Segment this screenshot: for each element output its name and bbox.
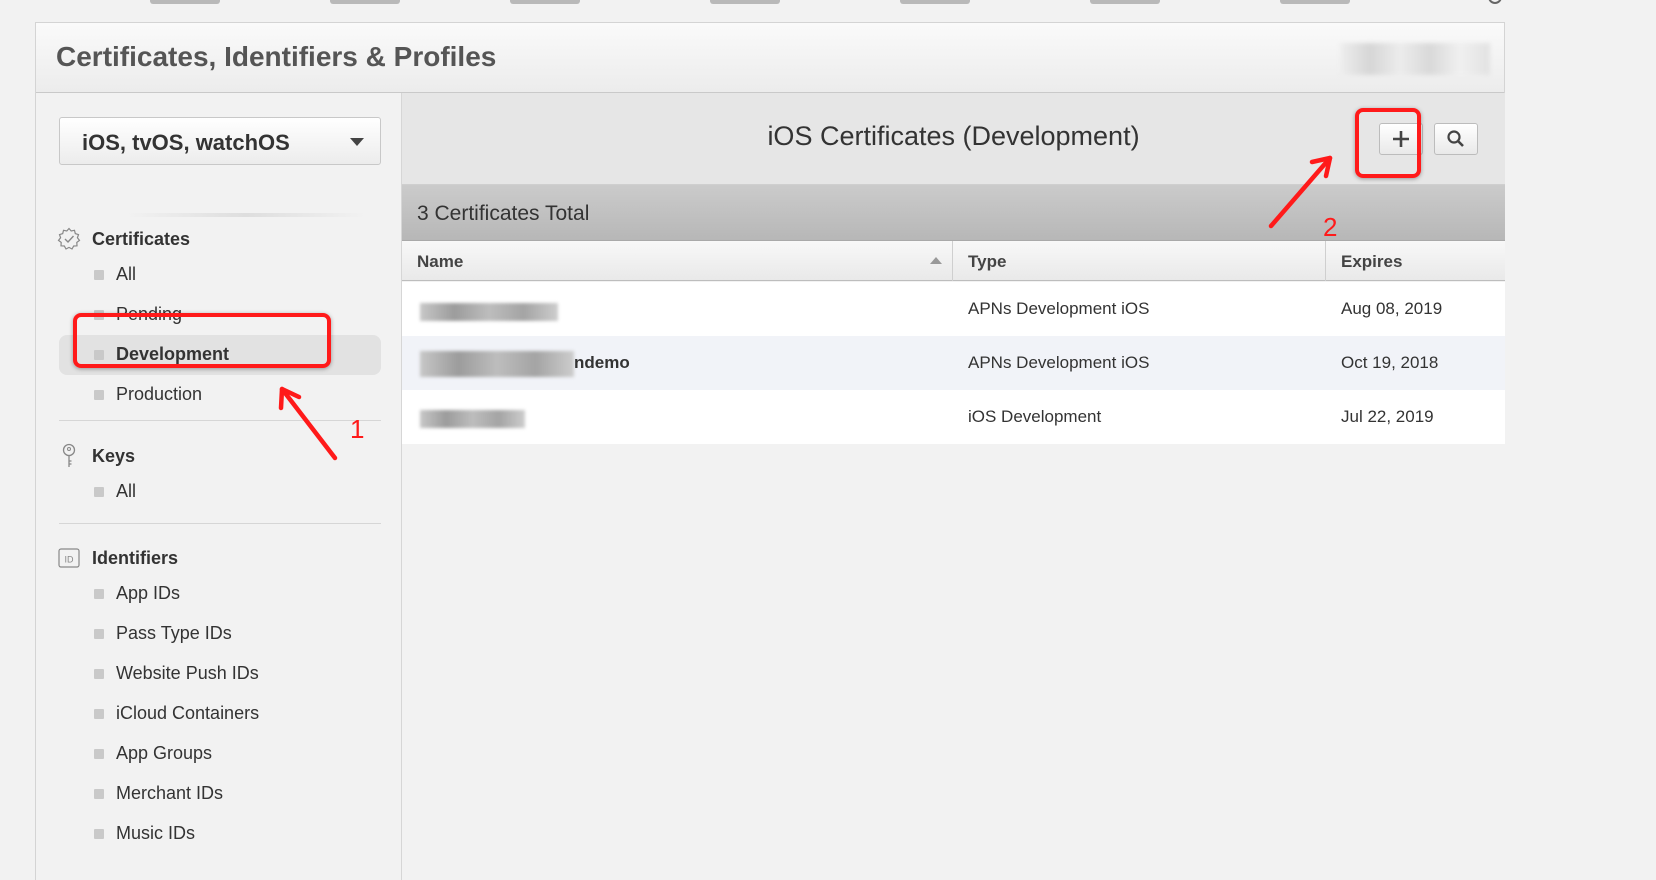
table-row[interactable]: ndemo APNs Development iOS Oct 19, 2018 xyxy=(402,336,1505,390)
certificate-name-redacted xyxy=(420,351,574,377)
sidebar-item-label: Merchant IDs xyxy=(116,783,224,803)
certificate-expires: Jul 22, 2019 xyxy=(1341,407,1434,426)
column-header-expires[interactable]: Expires xyxy=(1326,241,1505,281)
table-row[interactable]: APNs Development iOS Aug 08, 2019 xyxy=(402,282,1505,336)
certificate-expires: Oct 19, 2018 xyxy=(1341,353,1439,372)
bullet-icon xyxy=(94,629,104,639)
certificates-panel: Certificates, Identifiers & Profiles iOS… xyxy=(35,22,1505,880)
table-row[interactable]: iOS Development Jul 22, 2019 xyxy=(402,390,1505,444)
section-title: Identifiers xyxy=(92,547,179,568)
bullet-icon xyxy=(94,589,104,599)
nav-link[interactable] xyxy=(900,0,970,4)
key-icon xyxy=(56,443,82,469)
sidebar-item-website-push-ids[interactable]: Website Push IDs xyxy=(59,654,381,694)
annotation-step-2: 2 xyxy=(1323,212,1338,242)
sidebar-item-label: Production xyxy=(116,384,203,404)
table-header: Name Type Expires xyxy=(402,241,1505,281)
annotation-highlight-add-button xyxy=(1355,108,1421,178)
sidebar-item-music-ids[interactable]: Music IDs xyxy=(59,814,381,854)
sidebar-item-label: Website Push IDs xyxy=(116,663,259,683)
nav-link[interactable] xyxy=(1090,0,1160,4)
bullet-icon xyxy=(94,390,104,400)
divider xyxy=(59,523,381,524)
nav-link[interactable] xyxy=(330,0,400,4)
search-button[interactable] xyxy=(1434,123,1478,155)
sidebar-item-app-groups[interactable]: App Groups xyxy=(59,734,381,774)
sidebar-item-label: App IDs xyxy=(116,583,181,603)
nav-link[interactable] xyxy=(150,0,220,4)
sidebar-item-label: Pass Type IDs xyxy=(116,623,232,643)
bullet-icon xyxy=(94,709,104,719)
sidebar-item-label: App Groups xyxy=(116,743,213,763)
total-bar: 3 Certificates Total xyxy=(402,185,1505,241)
column-header-label: Type xyxy=(968,252,1007,271)
sidebar-item-label: iCloud Containers xyxy=(116,703,260,723)
sidebar-item-label: All xyxy=(116,264,137,284)
section-certificates: Certificates xyxy=(56,226,190,252)
sidebar-item-production[interactable]: Production xyxy=(59,375,381,415)
certificate-type: APNs Development iOS xyxy=(968,299,1150,318)
annotation-step-1: 1 xyxy=(350,414,365,444)
certificate-name-redacted xyxy=(420,303,558,321)
id-card-icon: ID xyxy=(56,545,82,571)
section-title: Certificates xyxy=(92,228,191,249)
section-title: iOS Certificates (Development) xyxy=(767,121,1140,151)
top-navigation xyxy=(0,0,1656,22)
bullet-icon xyxy=(94,487,104,497)
chevron-down-icon xyxy=(350,138,364,146)
certificate-name-redacted xyxy=(420,410,525,428)
panel-header: Certificates, Identifiers & Profiles xyxy=(36,23,1504,93)
nav-link[interactable] xyxy=(1280,0,1350,4)
sort-ascending-icon xyxy=(930,257,942,264)
column-header-type[interactable]: Type xyxy=(953,241,1326,281)
main-content: iOS Certificates (Development) 3 Certifi… xyxy=(402,93,1505,880)
certificate-badge-icon xyxy=(56,226,82,252)
page-title: Certificates, Identifiers & Profiles xyxy=(56,41,497,72)
certificate-name-suffix: ndemo xyxy=(574,353,630,372)
section-identifiers: ID Identifiers xyxy=(56,545,178,571)
select-shadow xyxy=(126,213,366,217)
sidebar-item-merchant-ids[interactable]: Merchant IDs xyxy=(59,774,381,814)
sidebar-item-app-ids[interactable]: App IDs xyxy=(59,574,381,614)
sidebar-item-certificates-all[interactable]: All xyxy=(59,255,381,295)
nav-link[interactable] xyxy=(510,0,580,4)
section-keys: Keys xyxy=(56,443,135,469)
sidebar: iOS, tvOS, watchOS Certificates All Pend… xyxy=(36,93,402,880)
search-icon xyxy=(1447,130,1464,147)
sidebar-item-label: Music IDs xyxy=(116,823,196,843)
certificate-type: APNs Development iOS xyxy=(968,353,1150,372)
bullet-icon xyxy=(94,270,104,280)
bullet-icon xyxy=(94,829,104,839)
main-header: iOS Certificates (Development) xyxy=(402,93,1505,185)
bullet-icon xyxy=(94,669,104,679)
column-header-label: Name xyxy=(417,252,464,271)
column-header-label: Expires xyxy=(1341,252,1403,271)
bullet-icon xyxy=(94,749,104,759)
platform-select[interactable]: iOS, tvOS, watchOS xyxy=(59,117,381,165)
sidebar-item-pass-type-ids[interactable]: Pass Type IDs xyxy=(59,614,381,654)
certificate-type: iOS Development xyxy=(968,407,1102,426)
divider xyxy=(59,420,381,421)
account-name-redacted[interactable] xyxy=(1340,43,1490,75)
sidebar-item-keys-all[interactable]: All xyxy=(59,472,381,512)
nav-link[interactable] xyxy=(710,0,780,4)
column-header-name[interactable]: Name xyxy=(402,241,953,281)
annotation-highlight-development xyxy=(73,313,331,368)
platform-select-value: iOS, tvOS, watchOS xyxy=(82,130,290,155)
section-title: Keys xyxy=(92,445,136,466)
certificate-expires: Aug 08, 2019 xyxy=(1341,299,1443,318)
search-icon[interactable] xyxy=(1488,0,1502,4)
certificates-count: 3 Certificates Total xyxy=(417,202,590,225)
sidebar-item-icloud-containers[interactable]: iCloud Containers xyxy=(59,694,381,734)
id-badge-text: ID xyxy=(65,555,75,565)
sidebar-item-label: All xyxy=(116,481,137,501)
bullet-icon xyxy=(94,789,104,799)
